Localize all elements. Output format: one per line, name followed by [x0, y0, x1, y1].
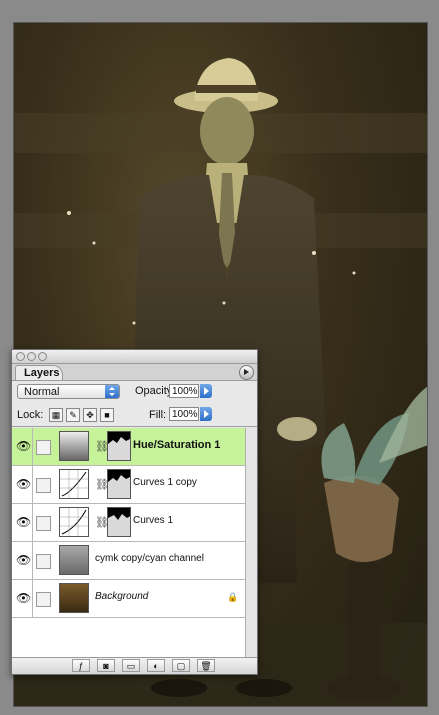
hue-saturation-thumbnail [59, 431, 89, 461]
layer-row-curves[interactable]: 👁 ⛓ Curves 1 [12, 504, 245, 542]
layer-mask-thumbnail [107, 431, 131, 461]
layer-link-box[interactable] [36, 478, 51, 493]
column-divider [32, 466, 33, 503]
layer-link-box[interactable] [36, 516, 51, 531]
new-adjustment-layer-icon[interactable]: ◐ [147, 659, 165, 672]
lock-label: Lock: [17, 409, 44, 421]
curves-thumbnail [59, 507, 89, 537]
column-divider [32, 504, 33, 541]
lock-icon: 🔒 [227, 592, 239, 602]
column-divider [32, 542, 33, 579]
panel-titlebar[interactable] [12, 350, 257, 364]
fill-arrow-icon[interactable] [200, 407, 212, 421]
layer-name: Background [95, 591, 149, 602]
panel-tab-row: Layers [12, 364, 257, 381]
layer-style-icon[interactable]: ƒ [72, 659, 90, 672]
cyan-channel-thumbnail [59, 545, 89, 575]
lock-all-icon[interactable]: ■ [100, 408, 114, 422]
layer-row-hue-saturation[interactable]: 👁 ⛓ Hue/Saturation 1 [12, 428, 245, 466]
layer-name: Hue/Saturation 1 [133, 439, 221, 451]
lock-fill-row: Lock: ▦ ✎ ✥ ■ Fill: 100% [12, 404, 257, 427]
column-divider [32, 580, 33, 617]
layers-list: 👁 ⛓ Hue/Saturation 1 👁 ⛓ Curves 1 copy 👁… [12, 428, 245, 657]
layer-mask-link-box[interactable] [36, 440, 51, 455]
eye-icon[interactable]: 👁 [16, 477, 31, 491]
blend-mode-value: Normal [24, 386, 60, 398]
eye-icon[interactable]: 👁 [16, 553, 31, 567]
close-dot-icon[interactable] [16, 352, 25, 361]
curves-thumbnail [59, 469, 89, 499]
opacity-input[interactable]: 100% [169, 384, 199, 398]
column-divider [32, 428, 33, 465]
eye-icon[interactable]: 👁 [16, 515, 31, 529]
tab-layers[interactable]: Layers [15, 365, 63, 380]
fill-label: Fill: [149, 409, 167, 421]
new-layer-icon[interactable]: ▢ [172, 659, 190, 672]
zoom-dot-icon[interactable] [38, 352, 47, 361]
opacity-arrow-icon[interactable] [200, 384, 212, 398]
blend-opacity-row: Normal Opacity: 100% [12, 383, 257, 403]
layer-link-box[interactable] [36, 592, 51, 607]
trash-icon[interactable]: 🗑 [197, 659, 215, 672]
layer-name: Curves 1 [133, 515, 174, 526]
lock-image-brush-icon[interactable]: ✎ [66, 408, 80, 422]
panel-footer: ƒ ◙ ▭ ◐ ▢ 🗑 [12, 657, 257, 674]
layers-panel: Layers Normal Opacity: 100% Lock: ▦ ✎ ✥ … [11, 349, 258, 675]
new-group-folder-icon[interactable]: ▭ [122, 659, 140, 672]
blend-mode-select[interactable]: Normal [17, 384, 120, 399]
eye-icon[interactable]: 👁 [16, 591, 31, 605]
lock-position-move-icon[interactable]: ✥ [83, 408, 97, 422]
panel-menu-icon[interactable] [239, 365, 254, 380]
lock-transparency-icon[interactable]: ▦ [49, 408, 63, 422]
layer-row-cymk-copy[interactable]: 👁 cymk copy/cyan channel [12, 542, 245, 580]
eye-icon[interactable]: 👁 [16, 439, 31, 453]
background-thumbnail [59, 583, 89, 613]
add-mask-icon[interactable]: ◙ [97, 659, 115, 672]
layer-row-background[interactable]: 👁 Background 🔒 [12, 580, 245, 618]
layers-scrollbar[interactable] [245, 428, 257, 657]
layer-link-box[interactable] [36, 554, 51, 569]
fill-input[interactable]: 100% [169, 407, 199, 421]
layer-name: Curves 1 copy [133, 477, 197, 488]
select-arrows-icon [105, 385, 119, 398]
layer-mask-thumbnail [107, 469, 131, 499]
minimize-dot-icon[interactable] [27, 352, 36, 361]
layer-name: cymk copy/cyan channel [95, 553, 204, 564]
layer-row-curves-copy[interactable]: 👁 ⛓ Curves 1 copy [12, 466, 245, 504]
layer-mask-thumbnail [107, 507, 131, 537]
